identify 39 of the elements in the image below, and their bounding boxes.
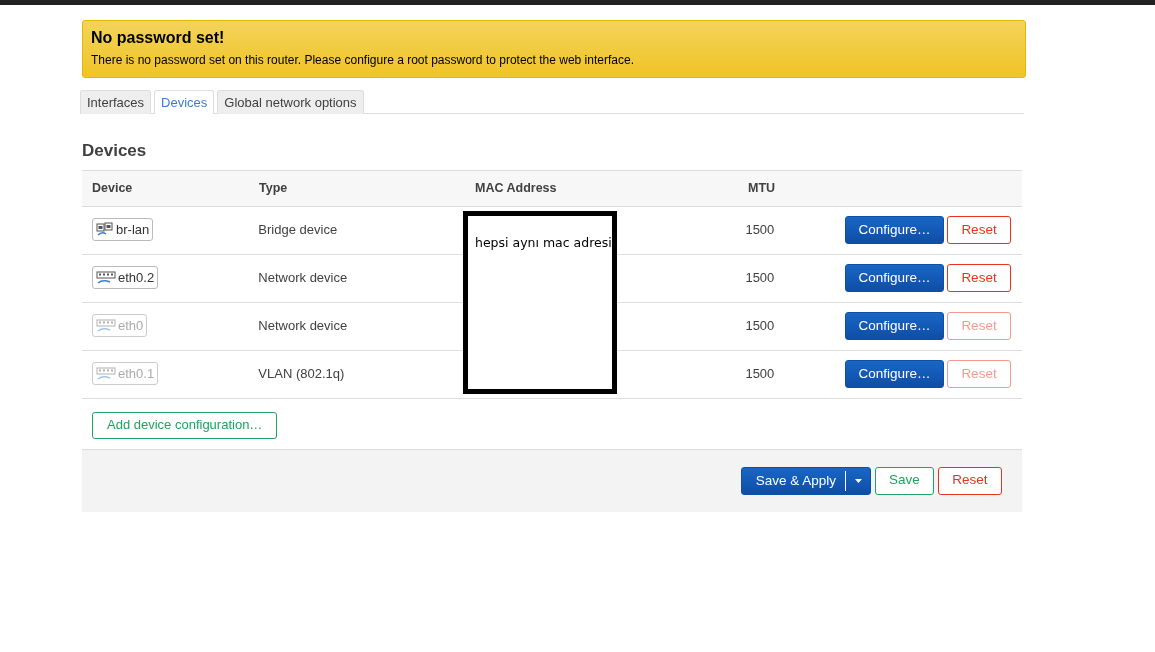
device-name: eth0.2 [118, 268, 155, 287]
table-cell-text: 1500 [745, 317, 776, 336]
device-name: eth0 [118, 316, 144, 335]
network-port-icon [96, 317, 116, 333]
table-cell-text: Network device [258, 317, 349, 336]
caret-icon [854, 478, 862, 483]
table-cell-text: VLAN (802.1q) [258, 365, 346, 384]
section-title: Devices [82, 141, 148, 162]
tab[interactable]: Interfaces [80, 90, 152, 115]
tab[interactable]: Devices [154, 90, 215, 115]
save-button[interactable]: Save [875, 466, 934, 495]
table-cell-text: 1500 [745, 269, 776, 288]
alert-message: There is no password set on this router. Please configure a root password to protect the web interface. [91, 52, 635, 70]
network-port-icon [96, 365, 116, 381]
configure-button[interactable]: Configure… [845, 360, 944, 389]
column-header: Type [259, 179, 289, 197]
save-apply-split-button[interactable]: Save & Apply [740, 466, 871, 495]
column-header: Device [91, 179, 134, 197]
column-header: MTU [748, 179, 777, 197]
device-name: eth0.1 [118, 364, 155, 383]
network-port-icon [96, 269, 116, 285]
tab[interactable]: Global network options [217, 90, 364, 115]
add-device-button[interactable]: Add device configuration… [92, 411, 278, 439]
table-cell-text: Bridge device [258, 221, 339, 240]
configure-button[interactable]: Configure… [845, 312, 944, 341]
configure-button[interactable]: Configure… [845, 264, 944, 293]
save-apply-button[interactable]: Save & Apply [741, 470, 846, 491]
table-cell-text: 1500 [745, 365, 776, 384]
reset-button[interactable]: Reset [947, 216, 1011, 245]
column-header: MAC Address [475, 179, 558, 197]
bridge-port-icon [96, 221, 114, 237]
reset-button[interactable]: Reset [938, 466, 1002, 495]
device-name: br-lan [116, 220, 150, 239]
configure-button[interactable]: Configure… [845, 216, 944, 245]
annotation-note: hepsi aynı mac adresi [463, 210, 617, 394]
table-cell-text: 1500 [745, 221, 776, 240]
alert-title: No password set! [91, 28, 226, 48]
table-cell-text: Network device [258, 269, 349, 288]
reset-button[interactable]: Reset [947, 264, 1011, 293]
